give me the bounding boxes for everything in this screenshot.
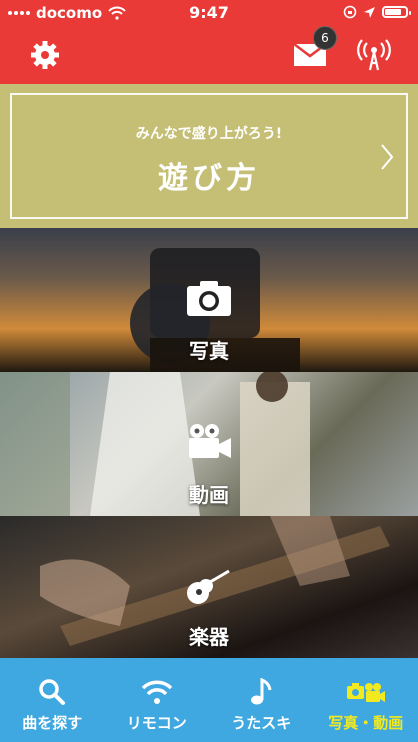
tab-favorites[interactable]: うたスキ	[209, 658, 314, 742]
status-bar: docomo 9:47	[0, 0, 418, 26]
music-note-icon	[251, 678, 272, 705]
guitar-icon	[187, 569, 230, 604]
instrument-label: 楽器	[189, 625, 229, 649]
tab-label: うたスキ	[231, 714, 292, 732]
instrument-panel[interactable]: 楽器	[0, 516, 418, 658]
gear-icon	[31, 41, 59, 69]
search-icon	[39, 679, 66, 705]
bottom-tab-bar: 曲を探す リモコン うたスキ 写真・動画	[0, 658, 418, 742]
tab-remote[interactable]: リモコン	[105, 658, 210, 742]
camera-video-icon	[346, 683, 385, 702]
rotation-lock-icon	[343, 5, 357, 19]
tab-label: 写真・動画	[328, 714, 404, 732]
app-header: docomo 9:47 6	[0, 0, 418, 84]
photo-panel-icon	[0, 278, 418, 318]
tab-label: リモコン	[126, 714, 187, 732]
howto-title: 遊び方	[158, 161, 260, 196]
tab-photo-video[interactable]: 写真・動画	[314, 658, 418, 742]
location-icon	[364, 6, 375, 18]
instrument-panel-icon	[0, 566, 418, 606]
camera-icon	[187, 281, 231, 316]
howto-banner: みんなで盛り上がろう! 遊び方	[0, 84, 418, 228]
photo-panel[interactable]: 写真	[0, 228, 418, 372]
howto-link[interactable]: みんなで盛り上がろう! 遊び方	[10, 93, 408, 219]
unread-badge: 6	[313, 26, 337, 50]
settings-button[interactable]	[28, 38, 62, 72]
howto-subtitle: みんなで盛り上がろう!	[135, 126, 283, 142]
tab-label: 曲を探す	[22, 714, 83, 732]
video-label: 動画	[189, 483, 229, 507]
chevron-right-icon	[381, 144, 394, 170]
connection-button[interactable]	[356, 38, 392, 72]
video-panel-icon	[0, 422, 418, 462]
wifi-icon	[141, 680, 172, 704]
tab-search-songs[interactable]: 曲を探す	[0, 658, 105, 742]
photo-label: 写真	[189, 339, 229, 363]
video-camera-icon	[189, 424, 231, 458]
antenna-icon	[357, 39, 391, 71]
status-right	[343, 5, 411, 19]
video-panel[interactable]: 動画	[0, 372, 418, 516]
battery-icon	[382, 6, 411, 18]
